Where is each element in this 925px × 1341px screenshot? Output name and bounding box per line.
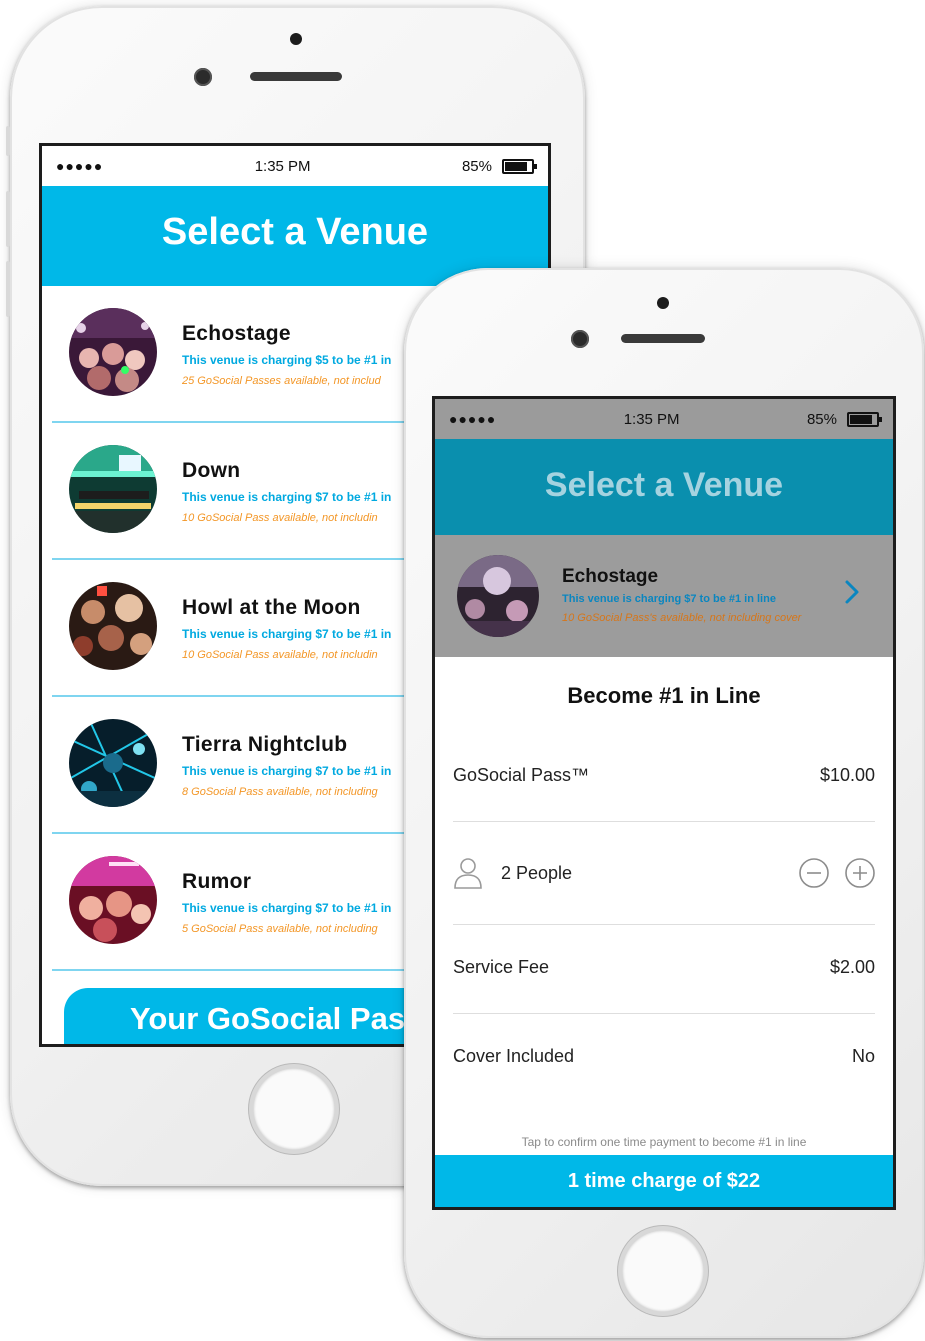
charge-button[interactable]: 1 time charge of $22 xyxy=(435,1155,893,1207)
venue-photo xyxy=(69,719,157,807)
venue-name: Rumor xyxy=(182,870,252,893)
venue-charge: This venue is charging $7 to be #1 in xyxy=(182,490,392,504)
venue-availability: 25 GoSocial Passes available, not includ xyxy=(182,375,381,387)
checkout-screen: ●●●●● 1:35 PM 85% Select a Venue Echosta… xyxy=(432,396,896,1210)
battery-status: 85% xyxy=(461,157,537,175)
venue-charge: This venue is charging $5 to be #1 in xyxy=(182,353,392,367)
venue-availability: 10 GoSocial Pass available, not includin xyxy=(182,512,378,524)
venue-availability: 8 GoSocial Pass available, not including xyxy=(182,786,378,798)
person-icon xyxy=(454,858,482,889)
status-time: 1:35 PM xyxy=(254,157,311,175)
battery-icon xyxy=(847,411,882,427)
venue-name: Down xyxy=(182,459,241,482)
cover-label: Cover Included xyxy=(453,1046,575,1066)
venue-availability: 10 GoSocial Pass available, not includin xyxy=(182,649,378,661)
earpiece-speaker xyxy=(250,72,342,81)
venue-photo xyxy=(457,555,539,637)
pass-price: $10.00 xyxy=(819,765,875,785)
pass-price-row: GoSocial Pass™ $10.00 xyxy=(453,733,875,822)
plus-circle-icon[interactable] xyxy=(845,858,875,888)
venue-charge: This venue is charging $7 to be #1 in xyxy=(182,901,392,915)
mute-switch xyxy=(6,126,10,156)
volume-up-button xyxy=(6,191,10,247)
fee-value: $2.00 xyxy=(829,957,875,977)
selected-venue-card[interactable]: Echostage This venue is charging $7 to b… xyxy=(435,535,893,657)
venue-name: Echostage xyxy=(182,322,291,345)
venue-charge: This venue is charging $7 to be #1 in xyxy=(182,764,392,778)
venue-photo xyxy=(69,445,157,533)
venue-availability: 5 GoSocial Pass available, not including xyxy=(182,923,378,935)
people-count: 2 People xyxy=(501,863,573,883)
battery-percent: 85% xyxy=(461,157,492,175)
confirm-note: Tap to confirm one time payment to becom… xyxy=(521,1135,807,1149)
venue-photo xyxy=(69,308,157,396)
signal-icon: ●●●●● xyxy=(56,158,104,174)
front-camera xyxy=(194,68,212,86)
people-row: 2 People xyxy=(453,822,875,925)
fee-label: Service Fee xyxy=(453,957,550,977)
pass-label: GoSocial Pass™ xyxy=(453,765,590,785)
status-bar: ●●●●● 1:35 PM 85% xyxy=(42,146,548,186)
status-time: 1:35 PM xyxy=(623,410,680,428)
home-button xyxy=(622,1230,704,1312)
battery-status: 85% xyxy=(806,410,882,428)
chevron-right-icon[interactable] xyxy=(839,579,865,605)
cover-row: Cover Included No xyxy=(453,1014,875,1102)
service-fee-row: Service Fee $2.00 xyxy=(453,925,875,1014)
page-title: Select a Venue xyxy=(435,439,893,535)
home-button xyxy=(253,1068,335,1150)
cover-value: No xyxy=(851,1046,875,1066)
venue-availability: 10 GoSocial Pass's available, not includ… xyxy=(562,612,802,624)
status-bar: ●●●●● 1:35 PM 85% xyxy=(435,399,893,439)
section-heading: Become #1 in Line xyxy=(567,683,761,708)
minus-circle-icon[interactable] xyxy=(799,858,829,888)
volume-down-button xyxy=(6,261,10,317)
venue-name: Tierra Nightclub xyxy=(182,733,348,756)
battery-percent: 85% xyxy=(806,410,837,428)
venue-charge: This venue is charging $7 to be #1 in li… xyxy=(562,593,776,605)
proximity-sensor xyxy=(657,297,669,309)
proximity-sensor xyxy=(290,33,302,45)
battery-icon xyxy=(502,158,537,174)
venue-name: Echostage xyxy=(562,566,659,587)
venue-name: Howl at the Moon xyxy=(182,596,361,619)
front-phone: ●●●●● 1:35 PM 85% Select a Venue Echosta… xyxy=(404,268,924,1338)
front-camera xyxy=(571,330,589,348)
earpiece-speaker xyxy=(621,334,705,343)
venue-charge: This venue is charging $7 to be #1 in xyxy=(182,627,392,641)
venue-photo xyxy=(69,582,157,670)
signal-icon: ●●●●● xyxy=(449,411,497,427)
venue-photo xyxy=(69,856,157,944)
